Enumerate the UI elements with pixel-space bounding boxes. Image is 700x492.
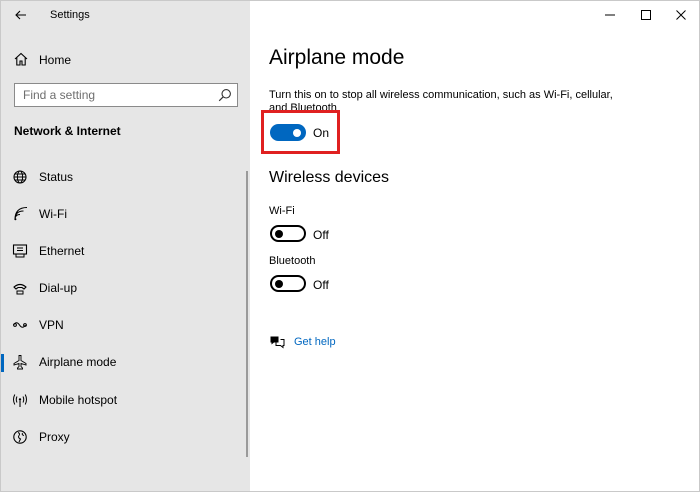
sidebar-item-label: VPN [39, 318, 64, 332]
sidebar-item-label: Home [39, 53, 72, 67]
close-button[interactable] [663, 1, 699, 29]
wifi-toggle[interactable] [270, 225, 306, 242]
section-title: Network & Internet [14, 124, 121, 138]
search-icon[interactable] [218, 88, 232, 102]
bluetooth-toggle[interactable] [270, 275, 306, 292]
toggle-knob [293, 128, 301, 137]
sidebar-item-label: Dial-up [39, 281, 78, 295]
search-input[interactable] [15, 84, 211, 106]
minimize-button[interactable] [592, 1, 628, 29]
titlebar-left: Settings [1, 1, 250, 29]
sidebar-item-home[interactable]: Home [1, 45, 250, 73]
sidebar-item-ethernet[interactable]: Ethernet [1, 235, 250, 267]
dialup-icon [13, 283, 27, 295]
vpn-icon [13, 322, 27, 328]
sidebar-item-mobile-hotspot[interactable]: Mobile hotspot [1, 384, 250, 416]
back-button[interactable] [9, 4, 33, 26]
sidebar-item-proxy[interactable]: Proxy [1, 421, 250, 453]
sidebar-item-dialup[interactable]: Dial-up [1, 272, 250, 304]
airplane-icon [13, 355, 27, 370]
maximize-icon [641, 10, 651, 20]
toggle-knob [275, 279, 283, 288]
app-title: Settings [50, 9, 90, 21]
back-arrow-icon [15, 10, 26, 20]
sidebar-item-vpn[interactable]: VPN [1, 309, 250, 341]
sidebar-item-label: Mobile hotspot [39, 393, 118, 407]
proxy-icon [13, 430, 27, 444]
sidebar-item-status[interactable]: Status [1, 161, 250, 193]
wireless-devices-heading: Wireless devices [269, 169, 390, 186]
settings-window: Settings Home Network & Internet Status [0, 0, 700, 492]
hotspot-icon [13, 394, 27, 407]
airplane-mode-state: On [313, 126, 330, 140]
sidebar-item-label: Status [39, 170, 74, 184]
sidebar-item-label: Ethernet [39, 244, 85, 258]
maximize-button[interactable] [628, 1, 664, 29]
wifi-label: Wi-Fi [269, 205, 295, 217]
wifi-state: Off [313, 228, 329, 242]
main-content: Airplane mode Turn this on to stop all w… [250, 1, 699, 491]
airplane-mode-toggle[interactable] [270, 124, 306, 141]
minimize-icon [605, 14, 615, 16]
sidebar-item-airplane-mode[interactable]: Airplane mode [1, 346, 250, 378]
help-chat-icon [270, 336, 285, 349]
home-icon [14, 52, 28, 66]
sidebar: Settings Home Network & Internet Status [1, 1, 250, 491]
active-indicator [1, 354, 4, 372]
sidebar-scrollbar[interactable] [246, 171, 248, 457]
get-help-label: Get help [294, 336, 336, 348]
wifi-icon [14, 206, 28, 221]
page-title: Airplane mode [269, 46, 405, 69]
globe-icon [13, 170, 27, 184]
bluetooth-label: Bluetooth [269, 255, 316, 267]
sidebar-item-wifi[interactable]: Wi-Fi [1, 198, 250, 230]
toggle-knob [275, 229, 283, 238]
close-icon [676, 10, 686, 20]
sidebar-item-label: Airplane mode [39, 355, 117, 369]
search-box[interactable] [14, 83, 238, 107]
sidebar-item-label: Wi-Fi [39, 207, 67, 221]
page-description: Turn this on to stop all wireless commun… [269, 89, 613, 112]
ethernet-icon [12, 244, 28, 258]
sidebar-item-label: Proxy [39, 430, 70, 444]
bluetooth-state: Off [313, 278, 329, 292]
